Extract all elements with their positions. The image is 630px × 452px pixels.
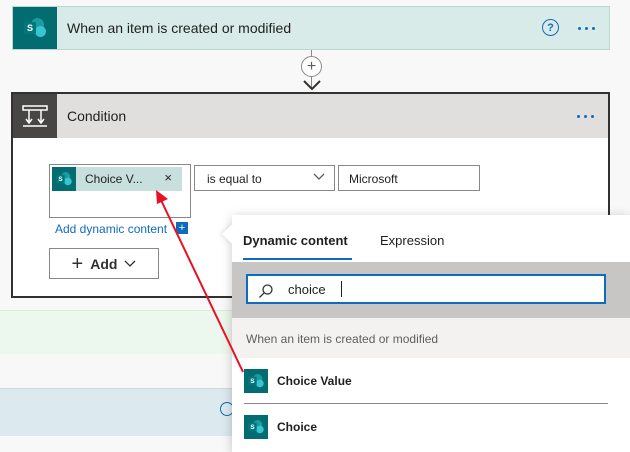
annotation-arrow — [156, 190, 244, 373]
